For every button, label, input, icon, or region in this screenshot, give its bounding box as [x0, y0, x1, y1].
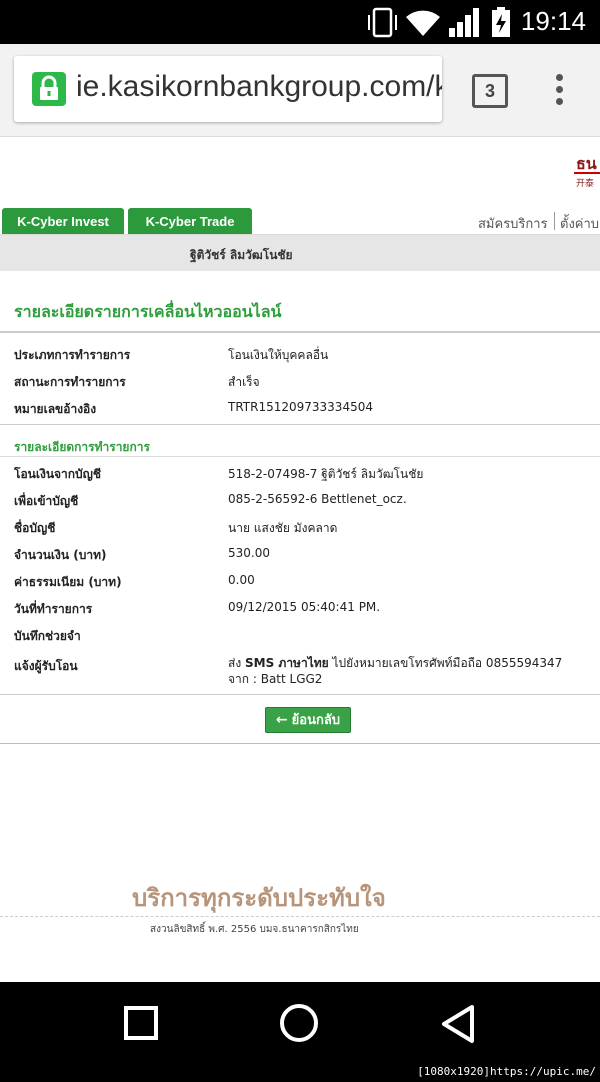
- notify-sender: จาก : Batt LGG2: [228, 672, 323, 686]
- wifi-icon: [406, 10, 440, 37]
- address-bar[interactable]: ie.kasikornbankgroup.com/k: [14, 56, 442, 122]
- copyright: สงวนลิขสิทธิ์ พ.ศ. 2556 บมจ.ธนาคารกสิกรไ…: [150, 924, 359, 935]
- divider: [0, 331, 600, 333]
- status-bar: 19:14: [0, 0, 600, 44]
- to-account-value: 085-2-56592-6 Bettlenet_ocz.: [228, 492, 407, 506]
- user-bar: ฐิติวัชร์ ลิมวัฒโนชัย: [0, 234, 600, 271]
- footer-divider: [0, 916, 600, 917]
- clock: 19:14: [520, 6, 586, 36]
- notify-label: แจ้งผู้รับโอน: [14, 659, 78, 673]
- lock-icon: [32, 72, 66, 106]
- account-name-value: นาย แสงชัย มังคลาด: [228, 521, 338, 535]
- logo-subtext: 开泰: [576, 179, 595, 189]
- transaction-type-value: โอนเงินให้บุคคลอื่น: [228, 348, 329, 362]
- tab-k-cyber-trade[interactable]: K-Cyber Trade: [128, 208, 252, 234]
- account-name-label: ชื่อบัญชี: [14, 521, 56, 535]
- recent-apps-icon[interactable]: [124, 1006, 158, 1040]
- navigation-bar: [1080x1920]https://upic.me/: [0, 982, 600, 1082]
- amount-value: 530.00: [228, 546, 270, 560]
- vibrate-icon: [368, 7, 397, 38]
- date-value: 09/12/2015 05:40:41 PM.: [228, 600, 381, 614]
- amount-label: จำนวนเงิน (บาท): [14, 548, 107, 562]
- fee-value: 0.00: [228, 573, 255, 587]
- back-icon[interactable]: [440, 1004, 476, 1044]
- battery-charging-icon: [492, 7, 510, 37]
- divider: [0, 456, 600, 457]
- home-icon[interactable]: [280, 1004, 318, 1042]
- arrow-left-icon: ←: [275, 712, 288, 728]
- memo-label: บันทึกช่วยจำ: [14, 629, 81, 643]
- tab-k-cyber-invest[interactable]: K-Cyber Invest: [2, 208, 124, 234]
- page-title: รายละเอียดรายการเคลื่อนไหวออนไลน์: [14, 302, 282, 321]
- date-label: วันที่ทำรายการ: [14, 602, 93, 616]
- detail-section-title: รายละเอียดการทำรายการ: [14, 440, 150, 454]
- from-account-value: 518-2-07498-7 ฐิติวัชร์ ลิมวัฒโนชัย: [228, 467, 424, 481]
- reference-label: หมายเลขอ้างอิง: [14, 402, 97, 416]
- tab-switcher-button[interactable]: 3: [472, 74, 508, 108]
- from-account-label: โอนเงินจากบัญชี: [14, 467, 102, 481]
- reference-value: TRTR151209733334504: [228, 400, 373, 414]
- slogan: บริการทุกระดับประทับใจ: [132, 883, 386, 912]
- watermark: [1080x1920]https://upic.me/: [417, 1065, 596, 1078]
- back-button[interactable]: ← ย้อนกลับ: [265, 707, 351, 733]
- register-link[interactable]: สมัครบริการ: [478, 213, 548, 234]
- link-divider: [554, 212, 555, 230]
- fee-label: ค่าธรรมเนียม (บาท): [14, 575, 122, 589]
- divider: [0, 424, 600, 425]
- to-account-label: เพื่อเข้าบัญชี: [14, 494, 79, 508]
- url-text: ie.kasikornbankgroup.com/k: [76, 70, 442, 103]
- divider: [0, 694, 600, 695]
- overflow-menu-icon[interactable]: [552, 74, 566, 108]
- settings-link[interactable]: ตั้งค่าบ: [560, 213, 599, 234]
- browser-toolbar: ie.kasikornbankgroup.com/k 3: [0, 44, 600, 137]
- user-name: ฐิติวัชร์ ลิมวัฒโนชัย: [190, 248, 293, 262]
- divider: [0, 743, 600, 744]
- status-value: สำเร็จ: [228, 375, 260, 389]
- signal-icon: [449, 8, 479, 37]
- status-label: สถานะการทำรายการ: [14, 375, 126, 389]
- transaction-type-label: ประเภทการทำรายการ: [14, 348, 131, 362]
